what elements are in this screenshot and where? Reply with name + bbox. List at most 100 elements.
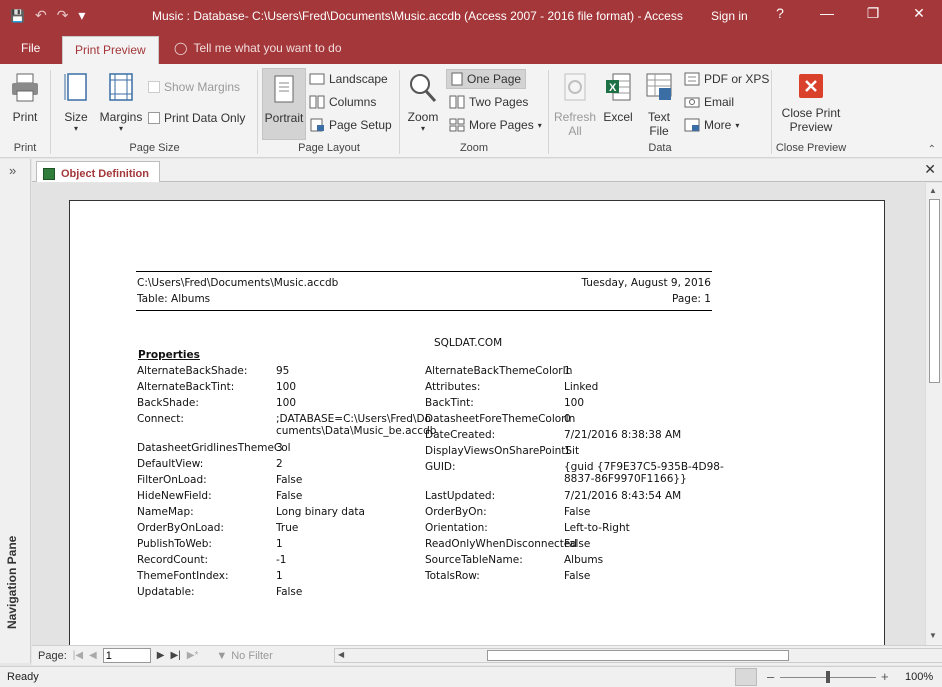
close-tab-button[interactable]: ✕ (924, 161, 936, 178)
last-page-icon[interactable]: ▶| (170, 650, 180, 661)
scroll-up-icon[interactable]: ▲ (929, 186, 937, 195)
property-name: Attributes: (425, 381, 481, 393)
size-button[interactable]: Size ▾ (58, 72, 94, 133)
group-zoom-label: Zoom (459, 142, 489, 154)
group-data-label: Data (648, 142, 672, 154)
close-print-preview-label-2: Preview (789, 120, 833, 134)
filter-icon: ▼ (216, 649, 228, 662)
horizontal-scrollbar[interactable]: ◀ ▶ (334, 648, 942, 663)
vertical-scrollbar[interactable]: ▲ ▼ (925, 183, 942, 645)
report-date: Tuesday, August 9, 2016 (581, 277, 711, 289)
help-button[interactable]: ? (765, 5, 795, 21)
property-value: {guid {7F9E37C5-935B-4D98- (564, 461, 724, 473)
print-preview-area[interactable]: C:\Users\Fred\Documents\Music.accdb Tabl… (32, 183, 925, 645)
group-print-label: Print (13, 142, 37, 154)
more-export-icon (684, 118, 700, 132)
property-value: 1 (564, 365, 571, 377)
excel-button[interactable]: X Excel (600, 72, 636, 124)
tab-print-preview[interactable]: Print Preview (62, 36, 159, 64)
zoom-in-icon[interactable]: + (881, 669, 889, 684)
scroll-down-icon[interactable]: ▼ (929, 631, 937, 640)
navigation-pane[interactable]: » Navigation Pane (0, 159, 31, 663)
page-number-input[interactable] (102, 648, 151, 663)
sign-in-link[interactable]: Sign in (711, 9, 748, 23)
print-data-only-checkbox[interactable]: Print Data Only (148, 111, 245, 125)
pdf-or-xps-button[interactable]: PDF or XPS (684, 72, 769, 86)
expand-nav-pane-icon[interactable]: » (9, 163, 16, 178)
vertical-scroll-thumb[interactable] (929, 199, 940, 383)
property-name: Connect: (137, 413, 184, 425)
collapse-ribbon-icon[interactable]: ⌃ (928, 144, 936, 155)
checkbox-icon (148, 112, 160, 124)
divider (257, 70, 258, 154)
property-name: Updatable: (137, 586, 195, 598)
zoom-label: Zoom (407, 110, 439, 124)
print-label: Print (12, 110, 38, 124)
tab-file[interactable]: File (21, 41, 40, 55)
redo-icon[interactable]: ↷ (57, 7, 69, 24)
print-button[interactable]: Print (6, 72, 44, 124)
new-page-icon[interactable]: ▶* (187, 650, 199, 661)
scroll-left-icon[interactable]: ◀ (338, 650, 344, 659)
email-icon (684, 97, 700, 108)
zoom-slider-thumb[interactable] (826, 671, 830, 683)
no-filter-indicator[interactable]: ▼ No Filter (216, 650, 272, 662)
refresh-all-button[interactable]: Refresh All (553, 72, 597, 138)
undo-icon[interactable]: ↶ (35, 7, 47, 24)
minimize-button[interactable]: — (812, 5, 842, 21)
more-export-button[interactable]: More ▾ (684, 118, 739, 132)
restore-button[interactable]: ❐ (858, 5, 888, 22)
previous-page-icon[interactable]: ◀ (89, 650, 97, 661)
landscape-icon (309, 73, 325, 85)
property-value: False (564, 570, 591, 582)
property-value: 7/21/2016 8:43:54 AM (564, 490, 682, 502)
text-file-button[interactable]: Text File (640, 72, 678, 138)
tell-me-box[interactable]: ◯ Tell me what you want to do (174, 41, 342, 55)
close-print-preview-button[interactable]: Close Print Preview (776, 72, 846, 134)
property-value: False (564, 506, 591, 518)
close-window-button[interactable]: ✕ (904, 5, 934, 22)
portrait-icon (274, 75, 294, 103)
more-pages-label: More Pages (469, 118, 534, 132)
page-setup-button[interactable]: Page Setup (309, 118, 392, 132)
property-name: ReadOnlyWhenDisconnected (425, 538, 578, 550)
email-button[interactable]: Email (684, 95, 734, 109)
no-filter-label: No Filter (231, 649, 273, 662)
landscape-button[interactable]: Landscape (309, 72, 388, 86)
window-title: Music : Database- C:\Users\Fred\Document… (152, 9, 683, 23)
status-text: Ready (7, 671, 39, 683)
group-page-layout-label: Page Layout (298, 142, 360, 154)
save-icon[interactable]: 💾 (10, 9, 25, 23)
property-name: DefaultView: (137, 458, 204, 470)
navigation-pane-label: Navigation Pane (5, 535, 19, 629)
first-page-icon[interactable]: |◀ (73, 650, 83, 661)
tab-object-definition[interactable]: Object Definition (36, 161, 160, 182)
property-name: NameMap: (137, 506, 194, 518)
report-path: C:\Users\Fred\Documents\Music.accdb (137, 277, 339, 289)
zoom-out-icon[interactable]: – (767, 669, 774, 684)
header-rule-bottom (136, 310, 712, 311)
more-label: More (704, 118, 732, 132)
document-tab-bar: Object Definition ✕ (32, 159, 942, 182)
next-page-icon[interactable]: ▶ (157, 650, 165, 661)
zoom-button[interactable]: Zoom ▾ (404, 72, 442, 133)
print-preview-view-button[interactable] (735, 668, 757, 686)
quick-access-toolbar: 💾 ↶ ↷ ▾ (10, 7, 85, 24)
refresh-icon (564, 73, 586, 101)
show-margins-checkbox[interactable]: Show Margins (148, 80, 240, 94)
property-value: False (276, 586, 303, 598)
margins-button[interactable]: Margins ▾ (98, 72, 144, 133)
chevron-down-icon: ▾ (735, 120, 740, 130)
property-name: RecordCount: (137, 554, 208, 566)
columns-button[interactable]: Columns (309, 95, 376, 109)
one-page-button[interactable]: One Page (446, 69, 527, 89)
more-pages-button[interactable]: More Pages ▾ (449, 118, 542, 132)
pdf-or-xps-label: PDF or XPS (704, 72, 770, 86)
property-name: PublishToWeb: (137, 538, 212, 550)
customize-qat-icon[interactable]: ▾ (78, 7, 85, 24)
two-pages-button[interactable]: Two Pages (449, 95, 528, 109)
property-value: 95 (276, 365, 290, 377)
property-value: 100 (564, 397, 585, 409)
horizontal-scroll-thumb[interactable] (487, 650, 789, 661)
portrait-button[interactable]: Portrait (262, 68, 306, 140)
